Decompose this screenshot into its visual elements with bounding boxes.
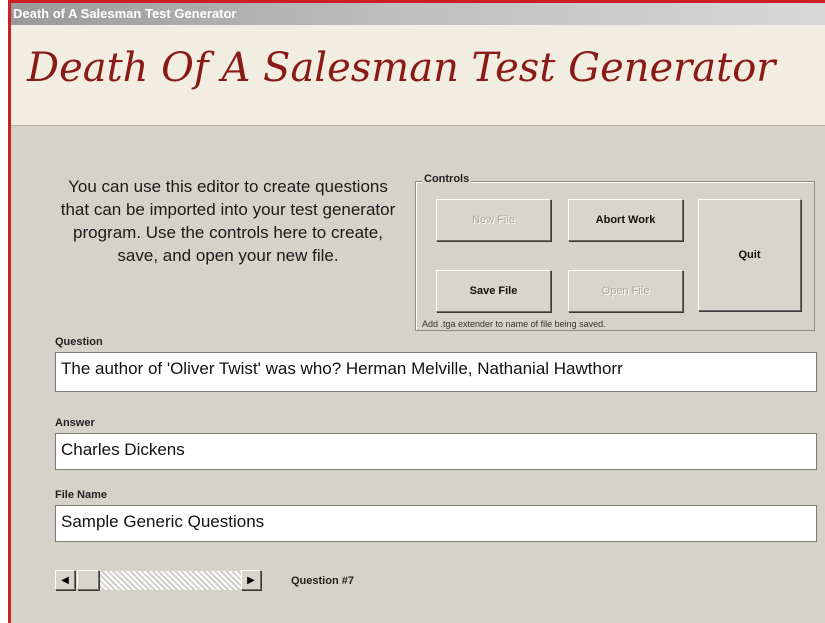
new-file-button[interactable]: New File — [436, 199, 551, 241]
file-name-label: File Name — [55, 489, 107, 501]
file-name-input[interactable]: Sample Generic Questions — [55, 505, 817, 542]
question-number-label: Question #7 — [291, 575, 354, 587]
open-file-button[interactable]: Open File — [568, 270, 683, 312]
controls-note: Add .tga extender to name of file being … — [422, 319, 606, 329]
scroll-left-button[interactable]: ◀ — [55, 570, 75, 590]
scrollbar-thumb[interactable] — [77, 570, 99, 590]
answer-label: Answer — [55, 417, 95, 429]
abort-work-button[interactable]: Abort Work — [568, 199, 683, 241]
question-label: Question — [55, 336, 103, 348]
triangle-left-icon: ◀ — [61, 574, 69, 586]
controls-group: Controls New File Abort Work Quit Save F… — [415, 173, 815, 331]
scroll-right-button[interactable]: ▶ — [241, 570, 261, 590]
quit-button[interactable]: Quit — [698, 199, 801, 311]
save-file-button[interactable]: Save File — [436, 270, 551, 312]
app-window: Death of A Salesman Test Generator Death… — [8, 0, 825, 623]
intro-text: You can use this editor to create questi… — [60, 177, 396, 265]
question-scrollbar[interactable]: ◀ ▶ — [55, 570, 263, 592]
scrollbar-track[interactable] — [77, 571, 241, 590]
header-banner: Death Of A Salesman Test Generator — [11, 25, 825, 126]
page-title: Death Of A Salesman Test Generator — [27, 45, 776, 91]
triangle-right-icon: ▶ — [247, 574, 255, 586]
answer-input[interactable]: Charles Dickens — [55, 433, 817, 470]
question-input[interactable]: The author of 'Oliver Twist' was who? He… — [55, 352, 817, 392]
controls-legend: Controls — [422, 173, 472, 185]
window-titlebar: Death of A Salesman Test Generator — [11, 3, 825, 25]
